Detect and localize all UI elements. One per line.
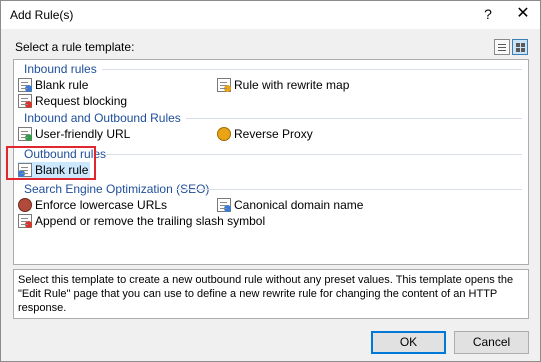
- template-label: Append or remove the trailing slash symb…: [35, 214, 266, 228]
- template-label: Canonical domain name: [234, 198, 364, 212]
- group-divider: [106, 154, 522, 155]
- add-rules-dialog: Add Rule(s) ? ✕ Select a rule template: …: [0, 0, 541, 362]
- trailing-slash-icon: [18, 214, 32, 228]
- template-reverse-proxy[interactable]: Reverse Proxy: [217, 126, 313, 142]
- template-user-friendly-url[interactable]: User-friendly URL: [18, 126, 130, 142]
- template-label: Blank rule: [35, 78, 89, 92]
- template-request-blocking[interactable]: Request blocking: [18, 93, 127, 109]
- group-divider: [186, 118, 522, 119]
- group-divider: [102, 69, 522, 70]
- template-blank-rule-inbound[interactable]: Blank rule: [18, 77, 88, 93]
- highlight-annotation-box: [6, 146, 96, 180]
- user-friendly-url-icon: [18, 127, 32, 141]
- request-blocking-icon: [18, 94, 32, 108]
- cancel-button[interactable]: Cancel: [454, 331, 529, 354]
- template-label: Enforce lowercase URLs: [35, 198, 168, 212]
- group-divider: [176, 189, 522, 190]
- template-enforce-lowercase-urls[interactable]: Enforce lowercase URLs: [18, 197, 167, 213]
- help-button[interactable]: ?: [475, 3, 501, 25]
- enforce-lowercase-icon: [18, 198, 32, 212]
- reverse-proxy-icon: [217, 127, 231, 141]
- group-header-inbound-outbound: Inbound and Outbound Rules: [24, 111, 181, 125]
- group-header-inbound: Inbound rules: [24, 62, 97, 76]
- template-label: Reverse Proxy: [234, 127, 313, 141]
- ok-button[interactable]: OK: [371, 331, 446, 354]
- template-description: Select this template to create a new out…: [13, 269, 529, 319]
- template-label: Request blocking: [35, 94, 128, 108]
- list-view-icon[interactable]: [494, 39, 510, 55]
- rewrite-map-icon: [217, 78, 231, 92]
- dialog-title: Add Rule(s): [10, 8, 74, 22]
- template-label: User-friendly URL: [35, 127, 131, 141]
- close-button[interactable]: ✕: [509, 3, 537, 25]
- rule-template-prompt: Select a rule template:: [15, 40, 135, 54]
- canonical-domain-icon: [217, 198, 231, 212]
- template-rule-with-rewrite-map[interactable]: Rule with rewrite map: [217, 77, 349, 93]
- template-trailing-slash[interactable]: Append or remove the trailing slash symb…: [18, 213, 265, 229]
- template-canonical-domain-name[interactable]: Canonical domain name: [217, 197, 363, 213]
- title-bar: Add Rule(s) ? ✕: [1, 1, 540, 29]
- template-label: Rule with rewrite map: [234, 78, 350, 92]
- tile-view-icon[interactable]: [512, 39, 528, 55]
- blank-rule-icon: [18, 78, 32, 92]
